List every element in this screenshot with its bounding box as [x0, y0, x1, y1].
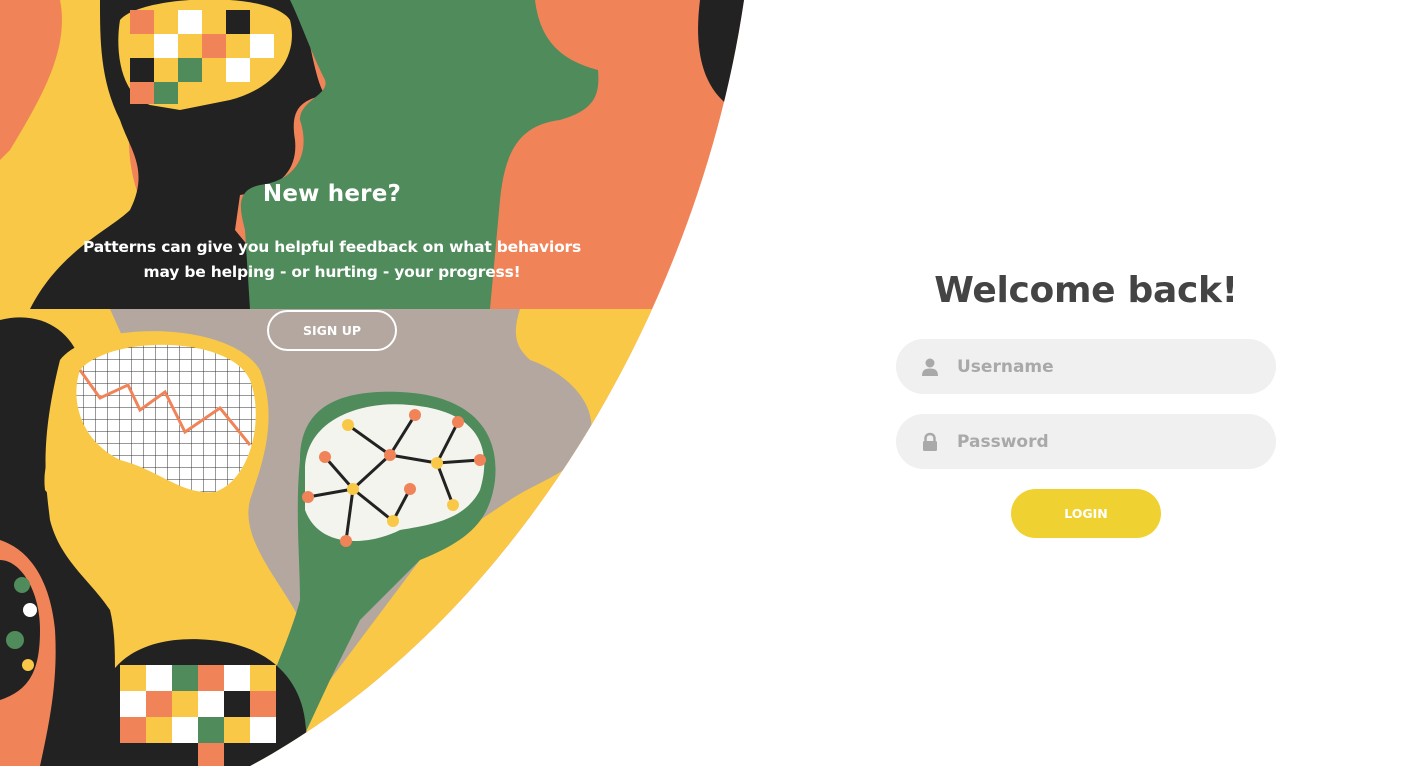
password-input[interactable]: [957, 414, 1257, 469]
username-input[interactable]: [957, 339, 1257, 394]
login-title: Welcome back!: [934, 270, 1238, 311]
login-button[interactable]: LOGIN: [1011, 489, 1161, 538]
login-form: Welcome back! LOGIN: [896, 260, 1276, 560]
password-field[interactable]: [896, 414, 1276, 469]
username-field[interactable]: [896, 339, 1276, 394]
promo-title: New here?: [262, 181, 402, 207]
signup-promo: New here? Patterns can give you helpful …: [0, 0, 664, 766]
lock-icon: [923, 432, 937, 451]
promo-description: Patterns can give you helpful feedback o…: [82, 238, 581, 281]
sign-up-button[interactable]: SIGN UP: [267, 310, 397, 351]
user-icon: [922, 358, 938, 376]
